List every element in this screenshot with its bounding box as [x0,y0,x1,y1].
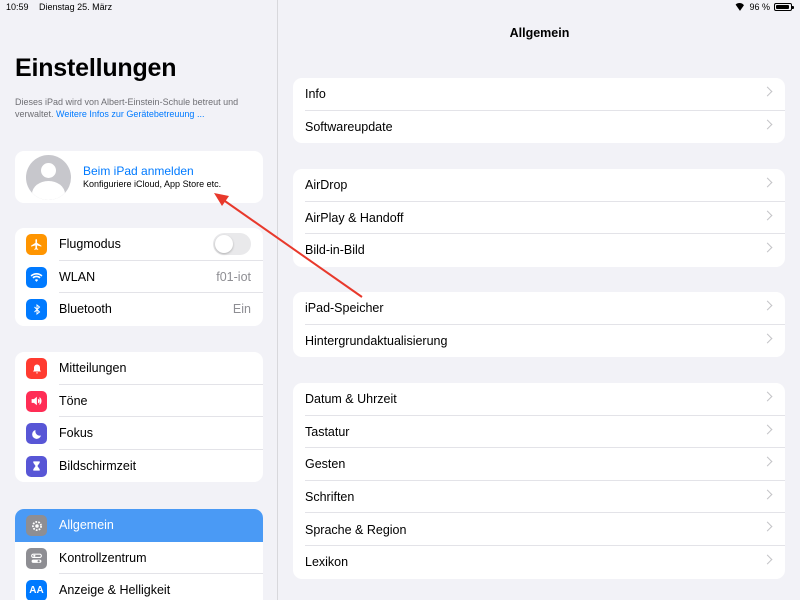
sidebar-item-label: Mitteilungen [59,361,127,376]
wifi-status-icon [734,3,745,11]
chevron-right-icon [762,119,773,130]
page-title: Allgemein [509,26,570,40]
general-group-1: Info Softwareupdate [293,78,785,144]
sidebar-item-label: WLAN [59,269,96,284]
sidebar-item-fokus[interactable]: Fokus [15,417,263,450]
list-item-label: Sprache & Region [305,522,407,537]
sidebar-item-kontrollzentrum[interactable]: Kontrollzentrum [15,542,263,575]
chevron-right-icon [762,424,773,435]
display-icon: AA [26,580,47,600]
list-item-bild-in-bild[interactable]: Bild-in-Bild [293,234,785,267]
list-item-ipad-speicher[interactable]: iPad-Speicher [293,292,785,325]
status-time: 10:59 [6,2,29,12]
list-item-label: AirDrop [305,178,348,193]
list-item-schriften[interactable]: Schriften [293,481,785,514]
sign-in-subtitle: Konfiguriere iCloud, App Store etc. [83,179,222,189]
list-item-label: Tastatur [305,424,350,439]
bluetooth-icon [26,299,47,321]
sign-in-card[interactable]: Beim iPad anmelden Konfiguriere iCloud, … [15,151,263,203]
bluetooth-status-value: Ein [232,302,251,317]
chevron-right-icon [762,391,773,402]
focus-moon-icon [26,423,47,445]
list-item-softwareupdate[interactable]: Softwareupdate [293,111,785,144]
managed-notice: Dieses iPad wird von Albert-Einstein-Sch… [15,96,265,120]
sidebar-item-label: Töne [59,393,88,408]
sign-in-title: Beim iPad anmelden [83,164,194,178]
chevron-right-icon [762,521,773,532]
sidebar-item-allgemein[interactable]: Allgemein [15,509,263,542]
airplane-icon [26,234,47,255]
sounds-icon [26,390,47,412]
wifi-icon [26,266,47,288]
list-item-sprache-region[interactable]: Sprache & Region [293,513,785,546]
list-item-airplay-handoff[interactable]: AirPlay & Handoff [293,202,785,235]
general-group-2: AirDrop AirPlay & Handoff Bild-in-Bild [293,169,785,267]
list-item-label: Lexikon [305,555,349,570]
list-item-label: Bild-in-Bild [305,243,365,258]
list-item-label: Gesten [305,457,346,472]
sidebar-item-label: Bluetooth [59,302,112,317]
notifications-group: Mitteilungen Töne Fokus Bildschirmzeit [15,352,263,483]
avatar [26,155,71,200]
managed-info-link[interactable]: Weitere Infos zur Gerätebetreuung ... [56,109,204,119]
status-bar: 10:59 Dienstag 25. März 96 % [0,0,800,14]
sidebar-item-bildschirmzeit[interactable]: Bildschirmzeit [15,450,263,483]
list-item-label: iPad-Speicher [305,301,384,316]
list-item-tastatur[interactable]: Tastatur [293,416,785,449]
gear-icon [26,515,47,536]
sidebar-item-flugmodus[interactable]: Flugmodus [15,228,263,261]
sidebar-item-toene[interactable]: Töne [15,385,263,418]
list-item-label: Info [305,87,326,102]
sidebar-item-label: Kontrollzentrum [59,550,147,565]
sidebar-item-label: Fokus [59,426,94,441]
list-item-gesten[interactable]: Gesten [293,448,785,481]
sidebar-item-anzeige-helligkeit[interactable]: AA Anzeige & Helligkeit [15,574,263,600]
battery-percent: 96 % [749,2,770,12]
sidebar-item-wlan[interactable]: WLAN f01-iot [15,261,263,294]
general-group: Allgemein Kontrollzentrum AA Anzeige & H… [15,509,263,600]
list-item-label: Datum & Uhrzeit [305,392,397,407]
list-item-hintergrundaktualisierung[interactable]: Hintergrundaktualisierung [293,325,785,358]
list-item-label: Schriften [305,490,355,505]
sidebar-item-label: Anzeige & Helligkeit [59,583,171,598]
notifications-icon [26,358,47,379]
connectivity-group: Flugmodus WLAN f01-iot Bluetooth Ein [15,228,263,326]
general-group-3: iPad-Speicher Hintergrundaktualisierung [293,292,785,358]
chevron-right-icon [762,242,773,253]
chevron-right-icon [762,86,773,97]
sidebar-item-label: Bildschirmzeit [59,459,137,474]
sidebar-item-mitteilungen[interactable]: Mitteilungen [15,352,263,385]
hourglass-icon [26,455,47,477]
battery-icon [774,3,794,11]
list-item-lexikon[interactable]: Lexikon [293,546,785,579]
settings-sidebar: Einstellungen Dieses iPad wird von Alber… [0,0,278,600]
wlan-network-value: f01-iot [216,269,251,284]
chevron-right-icon [762,177,773,188]
chevron-right-icon [762,456,773,467]
chevron-right-icon [762,333,773,344]
control-center-icon [26,547,47,569]
sidebar-item-bluetooth[interactable]: Bluetooth Ein [15,293,263,326]
list-item-info[interactable]: Info [293,78,785,111]
status-date: Dienstag 25. März [39,2,113,12]
chevron-right-icon [762,554,773,565]
list-item-label: Softwareupdate [305,119,393,134]
chevron-right-icon [762,489,773,500]
general-detail-pane: Allgemein Info Softwareupdate AirDrop Ai… [279,0,800,600]
chevron-right-icon [762,210,773,221]
sidebar-item-label: Allgemein [59,518,114,533]
list-item-datum-uhrzeit[interactable]: Datum & Uhrzeit [293,383,785,416]
airplane-mode-toggle[interactable] [213,233,251,255]
general-group-4: Datum & Uhrzeit Tastatur Gesten Schrifte… [293,383,785,579]
list-item-airdrop[interactable]: AirDrop [293,169,785,202]
chevron-right-icon [762,300,773,311]
list-item-label: AirPlay & Handoff [305,210,404,225]
list-item-label: Hintergrundaktualisierung [305,333,448,348]
sidebar-title: Einstellungen [15,54,177,82]
sidebar-item-label: Flugmodus [59,237,121,252]
